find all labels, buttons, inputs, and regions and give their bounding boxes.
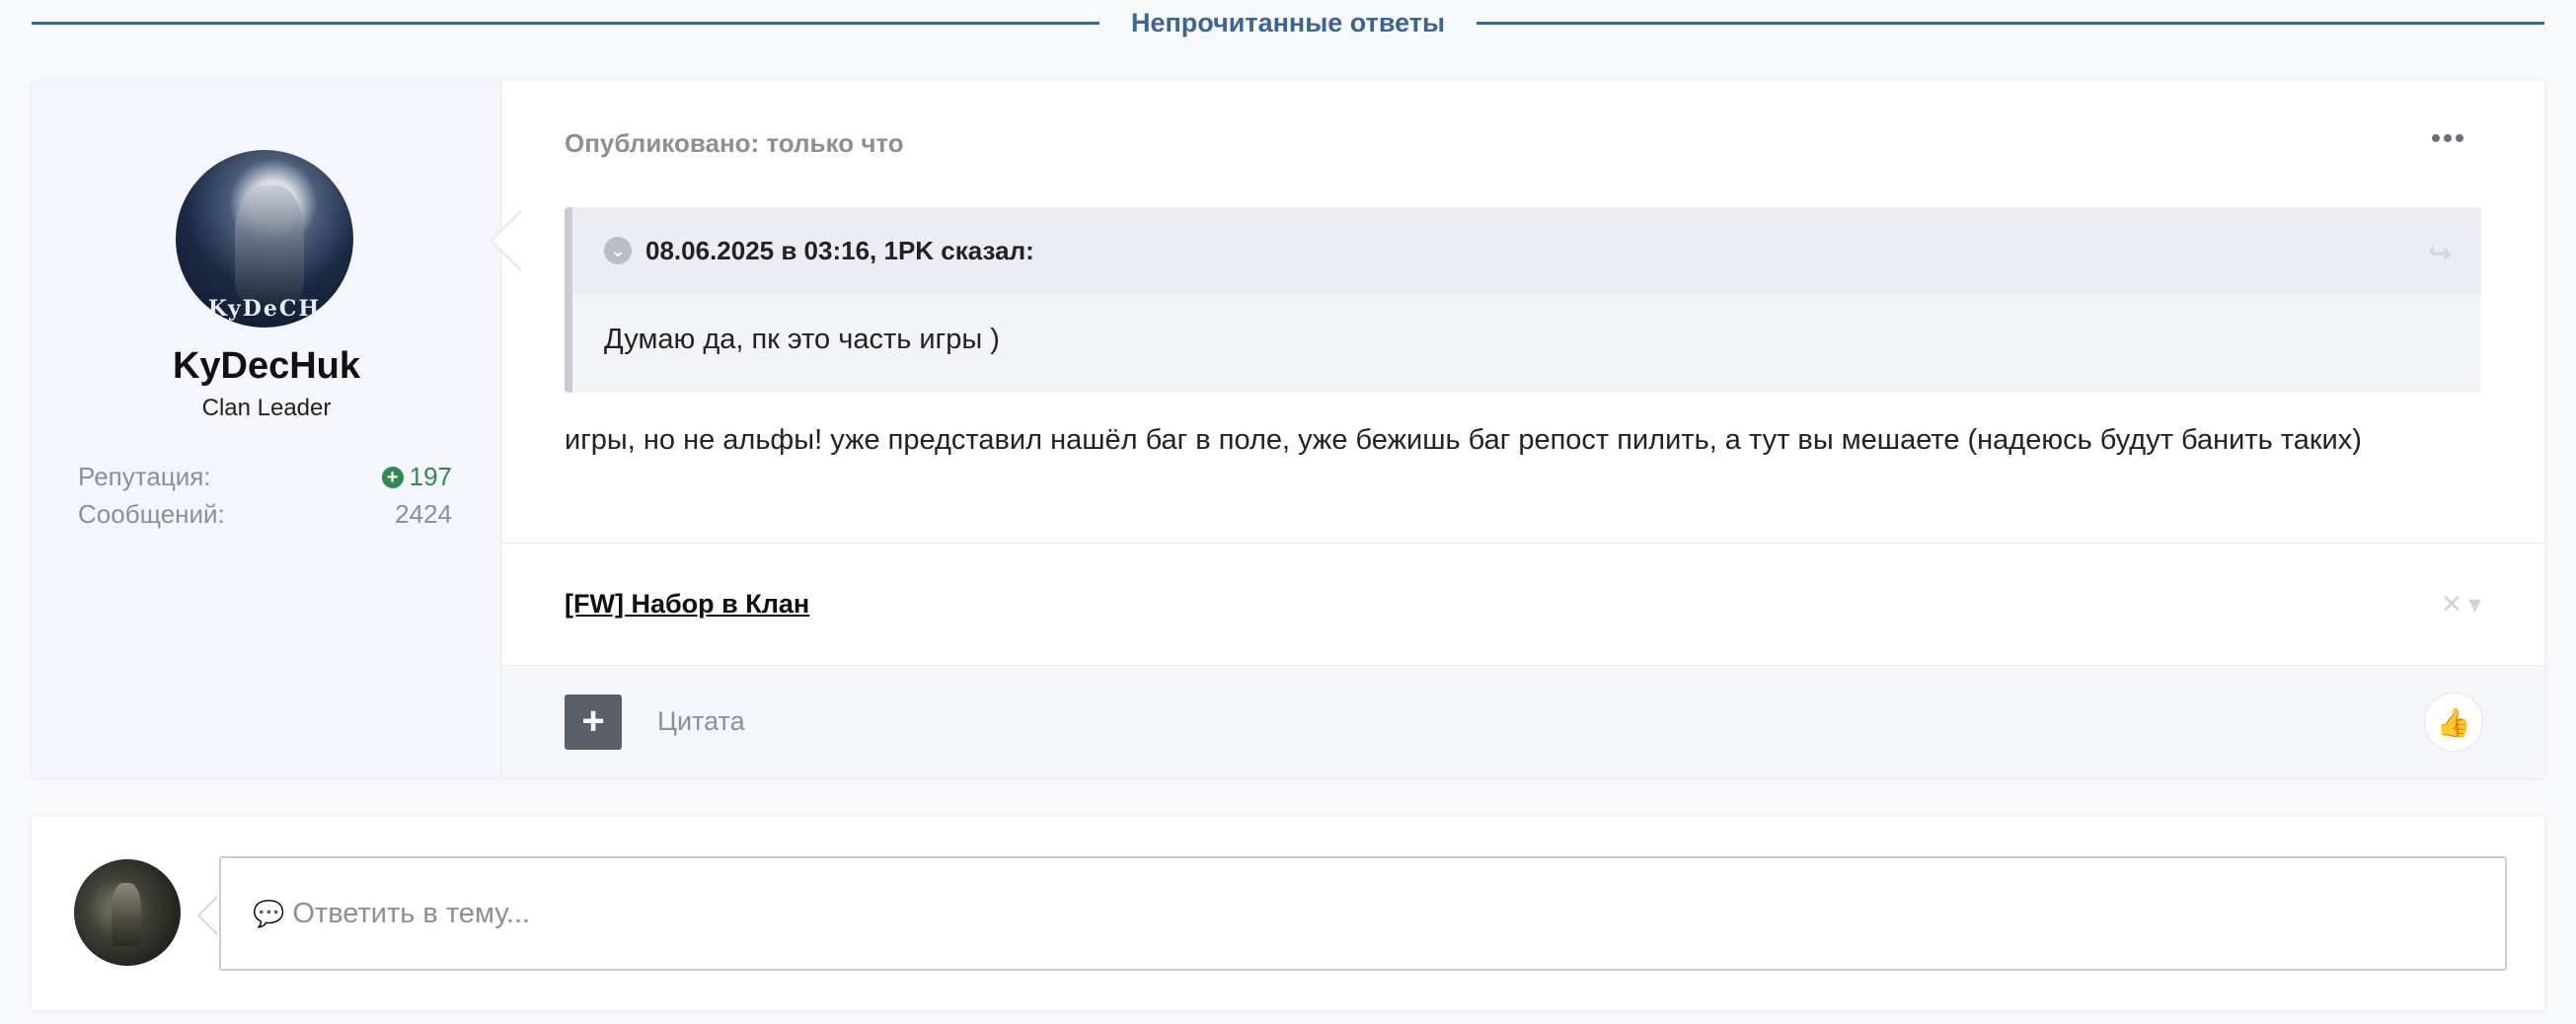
quote-button[interactable]: Цитата (657, 706, 745, 737)
comment-icon: 💬 (253, 898, 285, 928)
signature-controls[interactable]: ✕ ▾ (2441, 589, 2481, 620)
unread-separator: Непрочитанные ответы (32, 0, 2545, 45)
author-rank: Clan Leader (201, 395, 332, 421)
reply-arrow-inner (199, 897, 218, 934)
reputation-value: 197 (409, 462, 452, 491)
signature: [FW] Набор в Клан ✕ ▾ (501, 543, 2544, 665)
plus-icon: + (581, 699, 605, 743)
avatar-text: KyDeCH (207, 296, 322, 322)
reply-input[interactable]: 💬 Ответить в тему... (219, 856, 2507, 971)
chevron-down-icon[interactable]: ▾ (2468, 589, 2481, 620)
separator-label: Непрочитанные ответы (1130, 7, 1446, 37)
separator-line-right (1477, 21, 2545, 25)
messages-stat: Сообщений: 2424 (78, 499, 452, 530)
author-panel: KyDeCH KyDecHuk Clan Leader Репутация: +… (32, 81, 522, 777)
quote-body: Думаю да, пк это часть игры ) (604, 324, 1000, 355)
separator-line-left (32, 21, 1099, 25)
current-user-avatar[interactable] (74, 859, 181, 966)
thumbs-up-icon[interactable]: 👍 (2424, 693, 2483, 752)
reputation-value-wrap: + 197 (381, 462, 452, 492)
share-icon[interactable]: ↪ (2429, 237, 2452, 269)
author-avatar[interactable]: KyDeCH (176, 150, 353, 328)
plus-circle-icon: + (381, 466, 404, 488)
avatar-figure (235, 185, 304, 304)
quote-citation[interactable]: 08.06.2025 в 03:16, 1PK сказал: (645, 236, 1034, 266)
more-icon[interactable] (2432, 134, 2463, 142)
author-name[interactable]: KyDecHuk (32, 345, 501, 388)
post-footer: + Цитата 👍 (501, 665, 2544, 777)
reputation-label: Репутация: (78, 462, 211, 491)
multiquote-add-button[interactable]: + (565, 694, 622, 750)
post-card: KyDeCH KyDecHuk Clan Leader Репутация: +… (32, 81, 2544, 777)
quote-block: ⌄ 08.06.2025 в 03:16, 1PK сказал: ↪ Дума… (565, 207, 2481, 393)
messages-label: Сообщений: (78, 499, 225, 529)
post-published[interactable]: Опубликовано: только что (565, 128, 904, 159)
close-icon[interactable]: ✕ (2441, 589, 2462, 620)
reply-card: 💬 Ответить в тему... (32, 817, 2544, 1010)
reputation-stat: Репутация: + 197 (78, 462, 452, 492)
messages-value: 2424 (395, 499, 452, 529)
post-content: Опубликовано: только что ⌄ 08.06.2025 в … (501, 81, 2544, 777)
signature-link[interactable]: [FW] Набор в Клан (565, 589, 809, 620)
reply-placeholder: Ответить в тему... (292, 897, 530, 929)
avatar-figure (112, 883, 141, 946)
chevron-down-icon[interactable]: ⌄ (604, 237, 632, 264)
quote-header: ⌄ 08.06.2025 в 03:16, 1PK сказал: ↪ (572, 207, 2481, 294)
post-text: игры, но не альфы! уже представил нашёл … (565, 424, 2362, 456)
